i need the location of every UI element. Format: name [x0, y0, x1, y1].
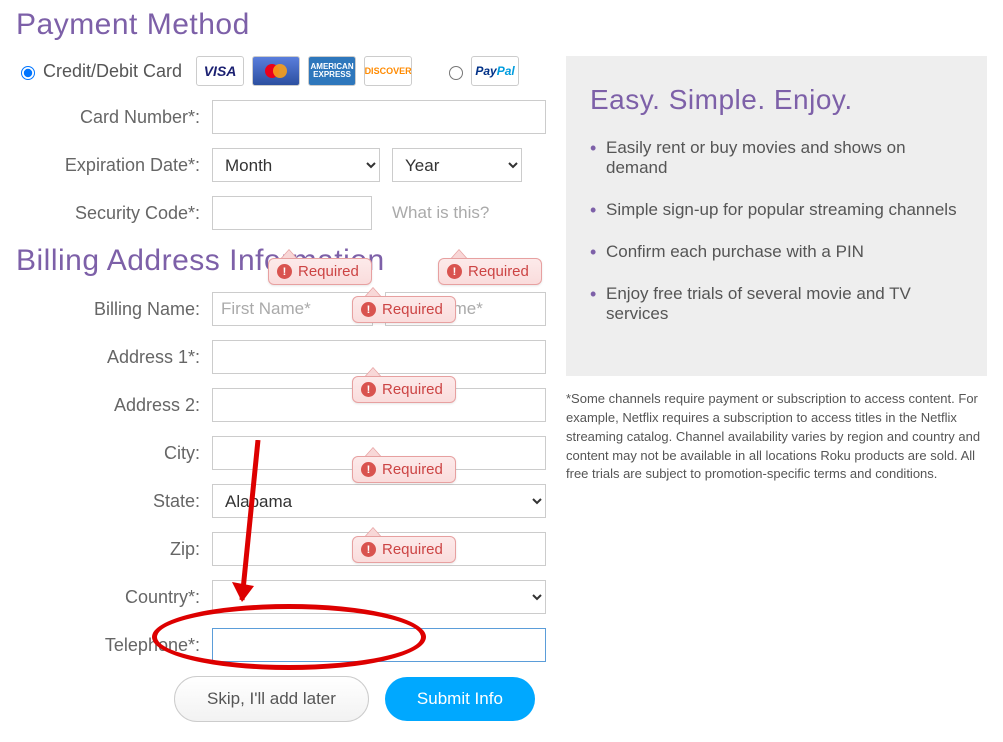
- required-tooltip: !Required: [352, 456, 456, 483]
- required-tooltip: !Required: [352, 536, 456, 563]
- address1-label: Address 1*:: [16, 347, 212, 368]
- first-name-input[interactable]: [212, 292, 373, 326]
- paypal-logo: PayPal: [471, 56, 519, 86]
- error-icon: !: [361, 382, 376, 397]
- paypal-radio[interactable]: [449, 66, 463, 80]
- zip-label: Zip:: [16, 539, 212, 560]
- error-icon: !: [447, 264, 462, 279]
- error-icon: !: [361, 302, 376, 317]
- error-icon: !: [361, 542, 376, 557]
- error-icon: !: [361, 462, 376, 477]
- credit-card-label: Credit/Debit Card: [43, 61, 182, 82]
- amex-logo: AMERICAN EXPRESS: [308, 56, 356, 86]
- mastercard-logo: [252, 56, 300, 86]
- telephone-input[interactable]: [212, 628, 546, 662]
- required-tooltip: !Required: [438, 258, 542, 285]
- info-bullets: Easily rent or buy movies and shows on d…: [590, 138, 963, 324]
- security-code-label: Security Code*:: [16, 203, 212, 224]
- telephone-label: Telephone*:: [16, 635, 212, 656]
- info-bullet: Simple sign-up for popular streaming cha…: [590, 200, 963, 220]
- credit-card-radio[interactable]: [21, 66, 35, 80]
- info-bullet: Enjoy free trials of several movie and T…: [590, 284, 963, 324]
- visa-logo: VISA: [196, 56, 244, 86]
- security-code-input[interactable]: [212, 196, 372, 230]
- address2-label: Address 2:: [16, 395, 212, 416]
- required-tooltip: !Required: [352, 376, 456, 403]
- info-bullet: Confirm each purchase with a PIN: [590, 242, 963, 262]
- info-bullet: Easily rent or buy movies and shows on d…: [590, 138, 963, 178]
- country-label: Country*:: [16, 587, 212, 608]
- expiration-year-select[interactable]: Year: [392, 148, 522, 182]
- fineprint: *Some channels require payment or subscr…: [566, 390, 987, 484]
- card-number-label: Card Number*:: [16, 107, 212, 128]
- info-panel: Easy. Simple. Enjoy. Easily rent or buy …: [566, 56, 987, 376]
- billing-name-label: Billing Name:: [16, 299, 212, 320]
- expiration-label: Expiration Date*:: [16, 155, 212, 176]
- state-label: State:: [16, 491, 212, 512]
- discover-logo: DISCOVER: [364, 56, 412, 86]
- error-icon: !: [277, 264, 292, 279]
- card-number-input[interactable]: [212, 100, 546, 134]
- required-tooltip: !Required: [352, 296, 456, 323]
- what-is-this-link[interactable]: What is this?: [392, 203, 489, 223]
- city-label: City:: [16, 443, 212, 464]
- required-tooltip: !Required: [268, 258, 372, 285]
- payment-method-heading: Payment Method: [16, 8, 987, 42]
- state-select[interactable]: Alabama: [212, 484, 546, 518]
- country-select[interactable]: [212, 580, 546, 614]
- info-title: Easy. Simple. Enjoy.: [590, 84, 963, 116]
- skip-button[interactable]: Skip, I'll add later: [174, 676, 369, 722]
- expiration-month-select[interactable]: Month: [212, 148, 380, 182]
- submit-button[interactable]: Submit Info: [385, 677, 535, 721]
